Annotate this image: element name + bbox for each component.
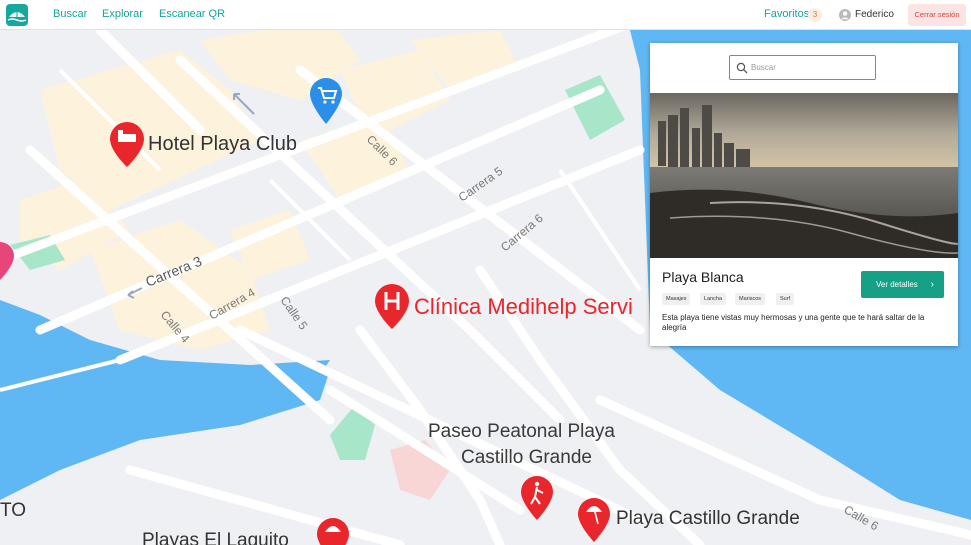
poi-label-edge: TO xyxy=(0,500,27,521)
view-details-label: Ver detalles xyxy=(876,280,918,289)
poi-label-clinic[interactable]: Clínica Medihelp Servi xyxy=(414,294,633,320)
poi-label-paseo-line2[interactable]: Castillo Grande xyxy=(461,447,592,469)
place-title: Playa Blanca xyxy=(662,269,744,285)
app-logo-icon[interactable] xyxy=(6,4,28,26)
tag-chip: Mariscos xyxy=(735,293,766,305)
favorites-count-badge: 3 xyxy=(808,8,822,22)
nav-escanear-qr-link[interactable]: Escanear QR xyxy=(159,8,225,20)
poi-label-playa-castillo-grande[interactable]: Playa Castillo Grande xyxy=(616,508,800,530)
favorites-link[interactable]: Favoritos xyxy=(764,8,809,20)
search-icon xyxy=(736,62,748,74)
poi-label-playas-el-laguito[interactable]: Playas El Laguito xyxy=(142,530,289,545)
poi-label-hotel[interactable]: Hotel Playa Club xyxy=(148,133,297,156)
view-details-button[interactable]: Ver detalles › xyxy=(861,271,944,298)
poi-label-paseo-line1[interactable]: Paseo Peatonal Playa xyxy=(428,421,615,443)
tag-chip: Masajes xyxy=(662,293,691,305)
place-description: Esta playa tiene vistas muy hermosas y u… xyxy=(662,313,925,332)
logout-button[interactable]: Cerrar sesión xyxy=(908,4,966,26)
nav-buscar-link[interactable]: Buscar xyxy=(53,8,87,20)
chevron-right-icon: › xyxy=(930,279,934,290)
nav-explorar-link[interactable]: Explorar xyxy=(102,8,143,20)
top-nav: Buscar Explorar Escanear QR Favoritos 3 … xyxy=(0,0,971,30)
place-photo xyxy=(650,93,958,258)
card-search-box[interactable] xyxy=(729,55,876,80)
user-name[interactable]: Federico xyxy=(855,9,894,20)
place-detail-card: Playa Blanca Ver detalles › Masajes Lanc… xyxy=(650,43,958,346)
tag-chip: Surf xyxy=(776,293,795,305)
tag-chip: Lancha xyxy=(700,293,727,305)
user-avatar-icon[interactable] xyxy=(839,9,851,21)
search-input[interactable] xyxy=(751,59,871,76)
